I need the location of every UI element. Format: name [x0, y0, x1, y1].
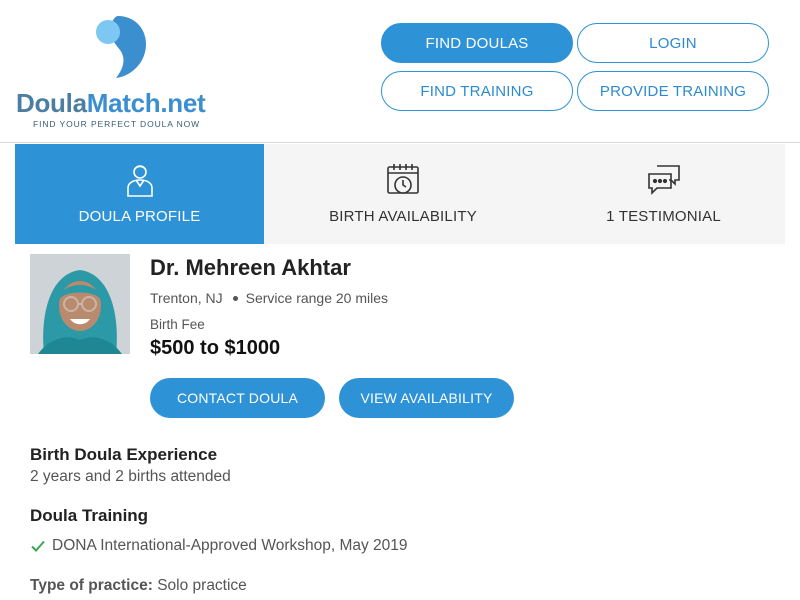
experience-heading: Birth Doula Experience	[30, 445, 218, 464]
site-logo[interactable]: DoulaMatch.net FIND YOUR PERFECT DOULA N…	[16, 10, 226, 135]
view-availability-button[interactable]: VIEW AVAILABILITY	[339, 378, 514, 418]
checkmark-icon	[31, 540, 45, 552]
tab-label: BIRTH AVAILABILITY	[329, 208, 477, 225]
tab-label: 1 TESTIMONIAL	[606, 208, 721, 225]
service-range-text: Service range 20 miles	[245, 290, 389, 306]
birth-fee-label: Birth Fee	[150, 317, 205, 332]
person-icon	[126, 165, 153, 197]
training-item: DONA International-Approved Workshop, Ma…	[30, 537, 408, 555]
site-header: DoulaMatch.net FIND YOUR PERFECT DOULA N…	[0, 0, 800, 143]
logo-mark-icon	[96, 16, 146, 78]
chat-bubbles-icon	[647, 165, 680, 195]
login-button[interactable]: LOGIN	[577, 23, 769, 63]
training-heading: Doula Training	[30, 506, 149, 525]
practice-type: Type of practice: Solo practice	[30, 577, 247, 595]
practice-type-value: Solo practice	[157, 577, 247, 594]
contact-doula-button[interactable]: CONTACT DOULA	[150, 378, 325, 418]
tab-birth-availability[interactable]: BIRTH AVAILABILITY	[264, 144, 542, 244]
tab-testimonials[interactable]: 1 TESTIMONIAL	[542, 144, 785, 244]
tab-doula-profile[interactable]: DOULA PROFILE	[15, 144, 264, 244]
calendar-clock-icon	[387, 164, 419, 194]
doula-name: Dr. Mehreen Akhtar	[150, 255, 351, 280]
experience-text: 2 years and 2 births attended	[30, 468, 231, 485]
tab-label: DOULA PROFILE	[78, 208, 201, 225]
separator-dot	[232, 295, 238, 301]
find-doulas-button[interactable]: FIND DOULAS	[381, 23, 573, 63]
practice-type-label: Type of practice:	[30, 577, 153, 594]
provide-training-button[interactable]: PROVIDE TRAINING	[577, 71, 769, 111]
doula-photo	[30, 254, 130, 354]
logo-wordmark: DoulaMatch.net	[16, 88, 206, 118]
birth-fee-value: $500 to $1000	[150, 337, 281, 359]
location-text: Trenton, NJ	[150, 290, 223, 306]
location-row: Trenton, NJ Service range 20 miles	[150, 290, 388, 306]
logo-tagline: FIND YOUR PERFECT DOULA NOW	[33, 119, 201, 129]
training-item-text: DONA International-Approved Workshop, Ma…	[52, 537, 408, 554]
find-training-button[interactable]: FIND TRAINING	[381, 71, 573, 111]
profile-tabs: DOULA PROFILE BIRTH AVAILABILITY 1 TESTI…	[15, 144, 785, 244]
